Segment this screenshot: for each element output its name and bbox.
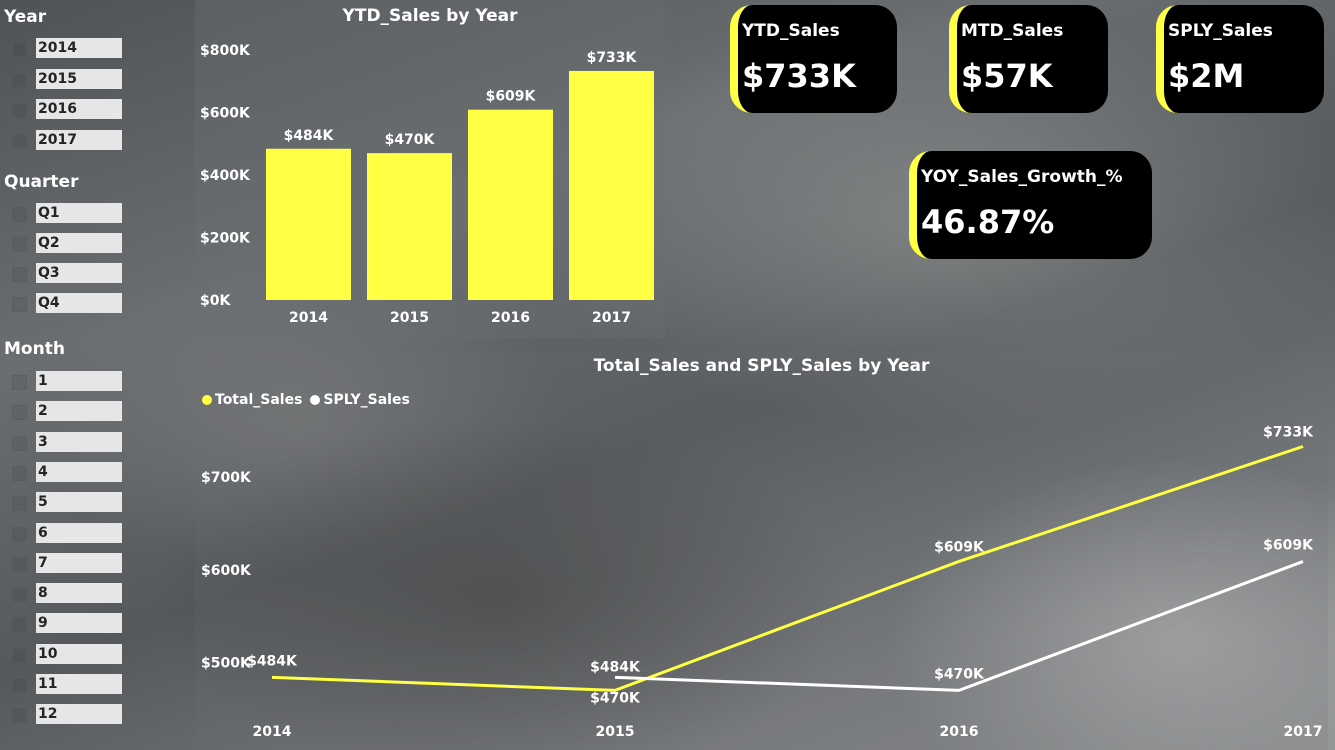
line-data-label: $609K (934, 539, 985, 555)
line-y-tick-label: $700K (201, 470, 252, 486)
line-data-label: $733K (1263, 424, 1314, 440)
line-data-label: $484K (247, 653, 298, 669)
line-x-tick-label: 2014 (253, 724, 292, 740)
total-sply-line-chart: $500K $600K $700K 2014 2015 2016 2017 $484K $470… (201, 424, 1323, 740)
line-y-tick-label: $500K (201, 656, 252, 672)
line-x-tick-label: 2015 (596, 724, 635, 740)
total-sales-line[interactable] (271, 445, 1304, 692)
line-data-label: $484K (590, 659, 641, 675)
line-data-label: $470K (934, 666, 985, 682)
line-data-label: $609K (1263, 537, 1314, 553)
line-x-tick-label: 2017 (1284, 724, 1323, 740)
line-y-tick-label: $600K (201, 563, 252, 579)
line-x-tick-label: 2016 (940, 724, 979, 740)
line-data-label: $470K (590, 690, 641, 706)
